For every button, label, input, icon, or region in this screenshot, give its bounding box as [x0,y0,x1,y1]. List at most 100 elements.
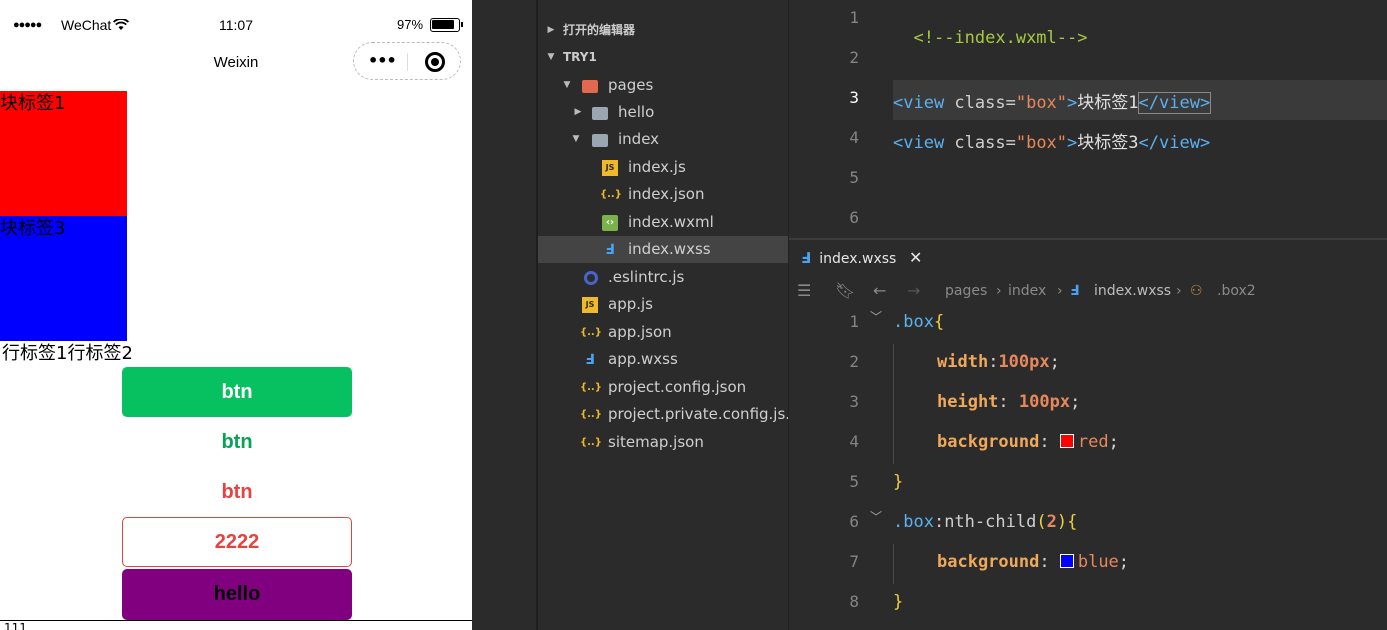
tree-item-eslintrc[interactable]: .eslintrc.js [538,264,788,291]
tree-item-index-js[interactable]: JS index.js [538,154,788,181]
js-file-icon: JS [582,297,598,313]
target-circle-icon[interactable] [425,52,445,72]
outline-warn-button[interactable]: 2222 [122,517,352,567]
breadcrumb-file[interactable]: index.wxss [1094,276,1171,306]
tree-item-index-wxss[interactable]: Ⅎ index.wxss [538,236,788,263]
tree-item-label: index.wxml [628,213,714,231]
folder-icon [592,107,608,120]
project-section[interactable]: ▼ TRY1 [538,44,788,71]
capsule-menu[interactable]: ••• [353,42,461,80]
json-file-icon: {..} [580,327,602,338]
indent-guide [893,544,894,584]
status-bar: ●●●●● WeChat 11:07 97% [0,12,472,38]
blue-color-swatch[interactable] [1059,554,1074,568]
breadcrumb-pages[interactable]: pages [945,276,987,306]
brace-token: { [933,312,945,332]
number-token: 2 [1046,512,1057,532]
punct-token: : [988,352,999,372]
property-token: width [937,352,989,372]
line-number: 5 [849,168,859,187]
tree-item-project-private-config[interactable]: {..} project.private.config.js... [538,401,800,428]
forward-arrow-icon[interactable]: → [907,276,920,306]
value-token: 100px [1018,392,1071,412]
editor-tab-bar: Ⅎindex.wxss ✕ [789,240,1387,276]
property-token: background [937,432,1040,452]
chevron-right-icon: ▶ [574,107,582,117]
wxml-file-icon: ‹› [602,215,618,231]
tree-item-hello[interactable]: ▶ hello [538,99,788,126]
tree-item-project-config[interactable]: {..} project.config.json [538,374,788,401]
red-block-view: 块标签1 [0,91,127,216]
line-number: 3 [849,88,859,107]
back-arrow-icon[interactable]: ← [873,276,886,306]
css-line-5: } [893,472,903,492]
selector-token: .box [893,512,934,532]
folder-open-icon [592,134,608,147]
tree-item-label: .eslintrc.js [608,268,685,286]
tag-token: <view [893,93,955,113]
css-file-icon: Ⅎ [605,242,615,258]
text-token: 块标签3 [1077,133,1139,153]
paren-token: ) [1056,512,1068,532]
line-number: 2 [849,352,859,371]
hello-button[interactable]: hello [122,569,352,620]
chevron-right-icon: ▶ [547,25,555,35]
tree-item-index-wxml[interactable]: ‹› index.wxml [538,209,788,236]
list-icon[interactable]: ☰ [797,276,811,306]
brace-token: } [893,592,904,612]
punct-token: ; [1118,552,1130,572]
tree-item-index-folder[interactable]: ▼ index [538,126,788,153]
tree-item-sitemap[interactable]: {..} sitemap.json [538,429,788,456]
open-editors-section[interactable]: ▶ 打开的编辑器 [538,17,788,44]
attr-token: class= [954,133,1016,153]
tree-item-app-wxss[interactable]: Ⅎ app.wxss [538,346,788,373]
breadcrumb-symbol[interactable]: .box2 [1217,276,1256,306]
plain-green-button[interactable]: btn [122,417,352,467]
line-number: 2 [849,48,859,67]
comment-token: <!--index.wxml--> [913,28,1088,48]
tag-token: <view [893,133,955,153]
tab-label: index.wxss [819,251,897,267]
json-file-icon: {..} [580,437,602,448]
bookmark-icon[interactable]: 🔖︎ [835,276,855,306]
line-number: 7 [849,552,859,571]
line-number: 4 [849,432,859,451]
tree-item-pages[interactable]: ▼ pages [538,72,788,99]
paren-token: ( [1036,512,1047,532]
plain-warn-button[interactable]: btn [122,467,352,517]
line-number: 6 [849,512,859,531]
punct-token: : [1039,552,1060,572]
tree-item-label: index.js [628,158,686,176]
value-token: 100px [998,352,1050,372]
chevron-down-icon: ▼ [563,80,571,90]
tag-token: </view> [1137,92,1212,114]
line-number: 4 [849,128,859,147]
bottom-input[interactable]: 111 [0,620,472,630]
pseudo-token: :nth-child [933,512,1037,532]
json-file-icon: {..} [580,382,602,393]
tree-item-app-js[interactable]: JS app.js [538,291,788,318]
fold-chevron-icon[interactable]: ﹀ [870,308,882,325]
chevron-down-icon: ▼ [547,52,555,62]
punct-token: ; [1070,392,1081,412]
tree-item-label: app.json [608,323,672,341]
attr-token: class= [954,93,1016,113]
tab-index-wxss[interactable]: Ⅎindex.wxss ✕ [789,240,939,276]
more-dots-icon[interactable]: ••• [368,51,397,71]
breadcrumb-index[interactable]: index [1008,276,1046,306]
inline-text-row: 行标签1行标签2 [2,343,133,364]
chevron-down-icon: ▼ [572,134,580,144]
css-line-3: height: 100px; [937,392,1080,412]
punct-token: : [998,392,1019,412]
tree-item-index-json[interactable]: {..} index.json [538,181,788,208]
primary-button[interactable]: btn [122,367,352,417]
tree-item-app-json[interactable]: {..} app.json [538,319,788,346]
fold-chevron-icon[interactable]: ﹀ [870,508,882,525]
chevron-right-icon: › [996,283,1002,299]
code-line-4: <view class="box">块标签3</view> [893,128,1210,153]
red-color-swatch[interactable] [1059,434,1074,448]
property-token: height [937,392,999,412]
eslint-file-icon [584,271,598,285]
code-line-3: <view class="box">块标签1</view> [893,88,1212,114]
close-icon[interactable]: ✕ [909,240,922,276]
